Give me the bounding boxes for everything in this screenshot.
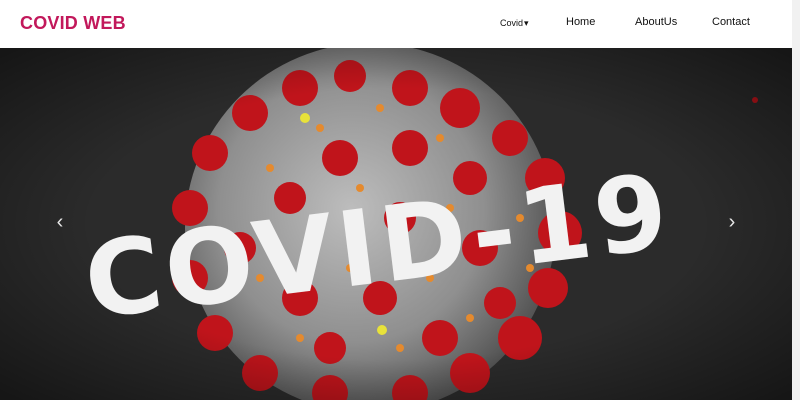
carousel-next-arrow-icon[interactable]: ›: [718, 208, 746, 236]
nav-item-aboutus[interactable]: AboutUs: [635, 16, 677, 28]
nav-item-covid-dropdown[interactable]: Covid▾: [500, 18, 529, 29]
carousel-prev-arrow-icon[interactable]: ‹: [46, 208, 74, 236]
page-scrollbar[interactable]: [792, 0, 800, 400]
nav-item-contact[interactable]: Contact: [712, 16, 750, 28]
top-navbar: COVID WEB Covid▾ Home AboutUs Contact: [0, 0, 800, 48]
nav-item-home[interactable]: Home: [566, 16, 595, 28]
hero-carousel: COVID-19 ‹ ›: [0, 48, 792, 400]
hero-slide-image: COVID-19: [0, 48, 792, 400]
nav-item-covid-label: Covid: [500, 18, 524, 28]
brand-logo-text[interactable]: COVID WEB: [20, 13, 126, 34]
caret-down-icon: ▾: [524, 18, 529, 28]
